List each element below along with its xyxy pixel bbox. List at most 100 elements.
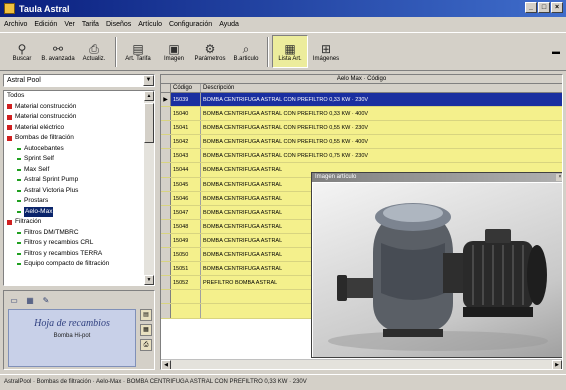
tree-item[interactable]: Material eléctrico bbox=[4, 123, 154, 134]
tree-item-label: Prostars bbox=[24, 197, 49, 204]
cell-code: 15049 bbox=[171, 233, 201, 248]
advanced-search-button[interactable]: ⚯ B. avanzada bbox=[40, 35, 76, 68]
article-search-button[interactable]: ⌕ B.articulo bbox=[228, 35, 264, 68]
spare-parts-link[interactable]: Hoja de recambios Bomba Hi-pot bbox=[8, 309, 136, 367]
row-indicator[interactable] bbox=[161, 149, 171, 163]
images-button[interactable]: ⊞ Imágenes bbox=[308, 35, 344, 68]
tree-item-label: Aelo-Max bbox=[24, 206, 54, 217]
table-row[interactable]: 15042 BOMBA CENTRIFUGA ASTRAL CON PREFILT… bbox=[161, 135, 562, 150]
row-indicator[interactable] bbox=[161, 276, 171, 290]
row-indicator[interactable]: ▶ bbox=[161, 93, 171, 107]
toolbar-separator bbox=[267, 36, 269, 67]
toolbar-overflow-icon[interactable]: ▬ bbox=[552, 47, 560, 56]
tree-item[interactable]: Material construcción bbox=[4, 112, 154, 123]
leaf-bullet-icon bbox=[17, 231, 21, 234]
tree-item[interactable]: Todos bbox=[4, 91, 154, 102]
tree-item[interactable]: Filtración bbox=[4, 217, 154, 228]
binoculars-icon: ⚲ bbox=[17, 41, 27, 56]
tree-item[interactable]: Filtros y recambios CRL bbox=[4, 238, 154, 249]
image-button[interactable]: ▣ Imagen bbox=[156, 35, 192, 68]
tab-grid-icon[interactable]: ▦ bbox=[24, 295, 36, 306]
chevron-down-icon[interactable]: ▼ bbox=[143, 75, 154, 86]
tree-item[interactable]: Sprint Self bbox=[4, 154, 154, 165]
price-list-button[interactable]: ▤ Art. Tarifa bbox=[120, 35, 156, 68]
tree-item[interactable]: Astral Sprint Pump bbox=[4, 175, 154, 186]
table-hscrollbar[interactable]: ◀ ▶ bbox=[161, 359, 562, 369]
tree-item-label: Filtración bbox=[15, 218, 42, 225]
table-row[interactable]: 15040 BOMBA CENTRIFUGA ASTRAL CON PREFILT… bbox=[161, 107, 562, 122]
cell-code: 15040 bbox=[171, 107, 201, 121]
leaf-bullet-icon bbox=[17, 168, 21, 171]
table-row[interactable]: ▶ 15039 BOMBA CENTRIFUGA ASTRAL CON PREFIL… bbox=[161, 93, 562, 108]
tree-item-label: Material eléctrico bbox=[15, 123, 65, 131]
row-indicator[interactable] bbox=[161, 233, 171, 248]
table-row[interactable]: 15041 BOMBA CENTRIFUGA ASTRAL CON PREFILT… bbox=[161, 121, 562, 136]
cell-description: BOMBA CENTRIFUGA ASTRAL CON PREFILTRO 0,… bbox=[203, 111, 369, 118]
tab-tool-icon[interactable]: ✎ bbox=[40, 295, 52, 306]
image-preview-window[interactable]: Imagen artículo × bbox=[311, 172, 562, 358]
cell-description: BOMBA CENTRIFUGA ASTRAL CON PREFILTRO 0,… bbox=[203, 139, 369, 146]
menu-archivo[interactable]: Archivo bbox=[4, 21, 27, 28]
row-indicator[interactable] bbox=[161, 290, 171, 304]
tree-item[interactable]: Autocebantes bbox=[4, 144, 154, 155]
close-button[interactable]: × bbox=[551, 2, 563, 13]
row-indicator[interactable] bbox=[161, 135, 171, 149]
table-row[interactable]: 15043 BOMBA CENTRIFUGA ASTRAL CON PREFILT… bbox=[161, 149, 562, 164]
search-button[interactable]: ⚲ Buscar bbox=[4, 35, 40, 68]
tree-scrollbar[interactable]: ▲ ▼ bbox=[144, 91, 154, 285]
row-indicator[interactable] bbox=[161, 107, 171, 121]
tree-item-label: Max Self bbox=[24, 165, 50, 173]
close-icon[interactable]: × bbox=[556, 174, 562, 181]
row-indicator[interactable] bbox=[161, 163, 171, 177]
article-list-button[interactable]: ▦ Lista Art. bbox=[272, 35, 308, 68]
row-indicator[interactable] bbox=[161, 205, 171, 219]
menu-tarifa[interactable]: Tarifa bbox=[82, 21, 99, 28]
tree-item[interactable]: Astral Victoria Plus bbox=[4, 186, 154, 197]
row-indicator[interactable] bbox=[161, 262, 171, 276]
cell-description: BOMBA CENTRIFUGA ASTRAL CON PREFILTRO 0,… bbox=[203, 97, 369, 103]
parameters-button[interactable]: ⚙ Parámetros bbox=[192, 35, 228, 68]
column-header-description[interactable]: Descripción bbox=[201, 84, 562, 92]
images-icon: ⊞ bbox=[320, 41, 332, 56]
menu-ver[interactable]: Ver bbox=[64, 21, 75, 28]
leaf-bullet-icon bbox=[17, 179, 21, 182]
tab-view-icon[interactable]: ▭ bbox=[8, 295, 20, 306]
maximize-button[interactable]: □ bbox=[538, 2, 550, 13]
menu-edicion[interactable]: Edición bbox=[34, 21, 57, 28]
tree-item[interactable]: Bombas de filtración bbox=[4, 133, 154, 144]
scroll-right-icon[interactable]: ▶ bbox=[552, 360, 562, 369]
print-icon[interactable]: ⎙ bbox=[140, 339, 152, 351]
cell-code: 15039 bbox=[171, 93, 201, 107]
tree-item[interactable]: Prostars bbox=[4, 196, 154, 207]
menu-ayuda[interactable]: Ayuda bbox=[219, 21, 239, 28]
menu-disenos[interactable]: Diseños bbox=[106, 21, 131, 28]
table-caption: Aelo Max · Código bbox=[161, 75, 562, 84]
tree-item[interactable]: Filtros y recambios TERRA bbox=[4, 249, 154, 260]
menu-articulo[interactable]: Artículo bbox=[138, 21, 162, 28]
tree-item[interactable]: Aelo-Max bbox=[4, 206, 154, 217]
table-icon[interactable]: ▦ bbox=[140, 324, 152, 336]
row-indicator[interactable] bbox=[161, 219, 171, 233]
row-indicator[interactable] bbox=[161, 177, 171, 191]
supplier-combo[interactable]: Astral Pool ▼ bbox=[3, 74, 155, 87]
app-icon bbox=[4, 3, 15, 14]
menu-configuracion[interactable]: Configuración bbox=[169, 21, 212, 28]
pdf-icon[interactable]: ▤ bbox=[140, 309, 152, 321]
row-indicator[interactable] bbox=[161, 191, 171, 205]
category-tree: Todos Material construcción Material const… bbox=[3, 90, 155, 286]
tree-item[interactable]: Max Self bbox=[4, 165, 154, 176]
scroll-thumb[interactable] bbox=[144, 103, 154, 143]
tree-item[interactable]: Filtros DM/TMBRC bbox=[4, 228, 154, 239]
column-header-code[interactable]: Código bbox=[171, 84, 201, 92]
row-indicator[interactable] bbox=[161, 304, 171, 318]
scroll-down-icon[interactable]: ▼ bbox=[144, 275, 154, 285]
scroll-left-icon[interactable]: ◀ bbox=[161, 360, 171, 369]
scroll-up-icon[interactable]: ▲ bbox=[144, 91, 154, 101]
tree-item[interactable]: Equipo compacto de filtración bbox=[4, 259, 154, 270]
row-indicator[interactable] bbox=[161, 248, 171, 262]
row-indicator[interactable] bbox=[161, 121, 171, 135]
cell-code: 15044 bbox=[171, 163, 201, 177]
update-button[interactable]: ⎙ Actualiz. bbox=[76, 35, 112, 68]
tree-item[interactable]: Material construcción bbox=[4, 102, 154, 113]
minimize-button[interactable]: _ bbox=[525, 2, 537, 13]
